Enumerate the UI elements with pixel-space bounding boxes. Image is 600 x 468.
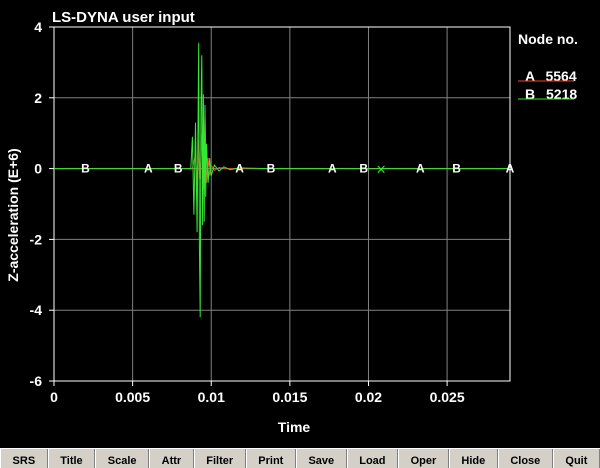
grid: [54, 27, 510, 381]
xy-plot: 0 0.005 0.01 0.015 0.02 0.025 -6 -4 -2 0 2 4 A A A A A B…: [5, 9, 515, 435]
title-button[interactable]: Title: [47, 449, 96, 468]
y-tick-label: -2: [30, 231, 43, 247]
y-tick-label: 0: [34, 161, 42, 177]
series-b-marker: B: [174, 162, 183, 176]
x-tick-label: 0: [50, 389, 58, 405]
attr-button[interactable]: Attr: [149, 449, 194, 468]
series-markers: A A A A A B B B B B ×: [81, 162, 515, 178]
series-b-line: [54, 42, 510, 318]
oper-button[interactable]: Oper: [398, 449, 449, 468]
plot-title: LS-DYNA user input: [52, 9, 195, 26]
series-b-marker: B: [452, 162, 461, 176]
button-bar: SRS Title Scale Attr Filter Print Save L…: [0, 448, 600, 468]
x-tick-label: 0.02: [355, 389, 382, 405]
x-tick-label: 0.025: [430, 389, 465, 405]
filter-button[interactable]: Filter: [193, 449, 246, 468]
cross-marker: ×: [376, 163, 387, 178]
hide-button[interactable]: Hide: [448, 449, 498, 468]
scale-button[interactable]: Scale: [95, 449, 150, 468]
series-a-marker: A: [328, 162, 337, 176]
close-button[interactable]: Close: [497, 449, 553, 468]
plot-frame: [53, 26, 511, 382]
series-b-marker: B: [81, 162, 90, 176]
legend-swatches: [518, 80, 574, 100]
plot-window: 0 0.005 0.01 0.015 0.02 0.025 -6 -4 -2 0 2 4 A A A A A B…: [0, 0, 600, 448]
x-axis-label: Time: [278, 419, 311, 435]
y-tick-label: -4: [30, 302, 43, 318]
print-button[interactable]: Print: [245, 449, 296, 468]
series-b-marker: B: [359, 162, 368, 176]
series-a-marker: A: [235, 162, 244, 176]
save-button[interactable]: Save: [295, 449, 347, 468]
srs-button[interactable]: SRS: [0, 449, 48, 468]
load-button[interactable]: Load: [346, 449, 399, 468]
series-a-marker: A: [416, 162, 425, 176]
series-b-marker: B: [267, 162, 276, 176]
series-layer: [54, 42, 510, 318]
legend-header: Node no.: [518, 31, 578, 47]
y-tick-label: -6: [30, 373, 43, 389]
y-axis-label: Z-acceleration (E+6): [5, 148, 21, 281]
x-tick-label: 0.01: [198, 389, 225, 405]
axes: 0 0.005 0.01 0.015 0.02 0.025 -6 -4 -2 0 2 4: [30, 19, 511, 405]
x-tick-label: 0.005: [115, 389, 150, 405]
quit-button[interactable]: Quit: [552, 449, 600, 468]
series-a-line: [54, 115, 510, 190]
y-tick-label: 2: [34, 90, 42, 106]
series-a-marker: A: [506, 162, 515, 176]
x-tick-label: 0.015: [272, 389, 307, 405]
series-a-marker: A: [144, 162, 153, 176]
y-tick-label: 4: [34, 19, 42, 35]
